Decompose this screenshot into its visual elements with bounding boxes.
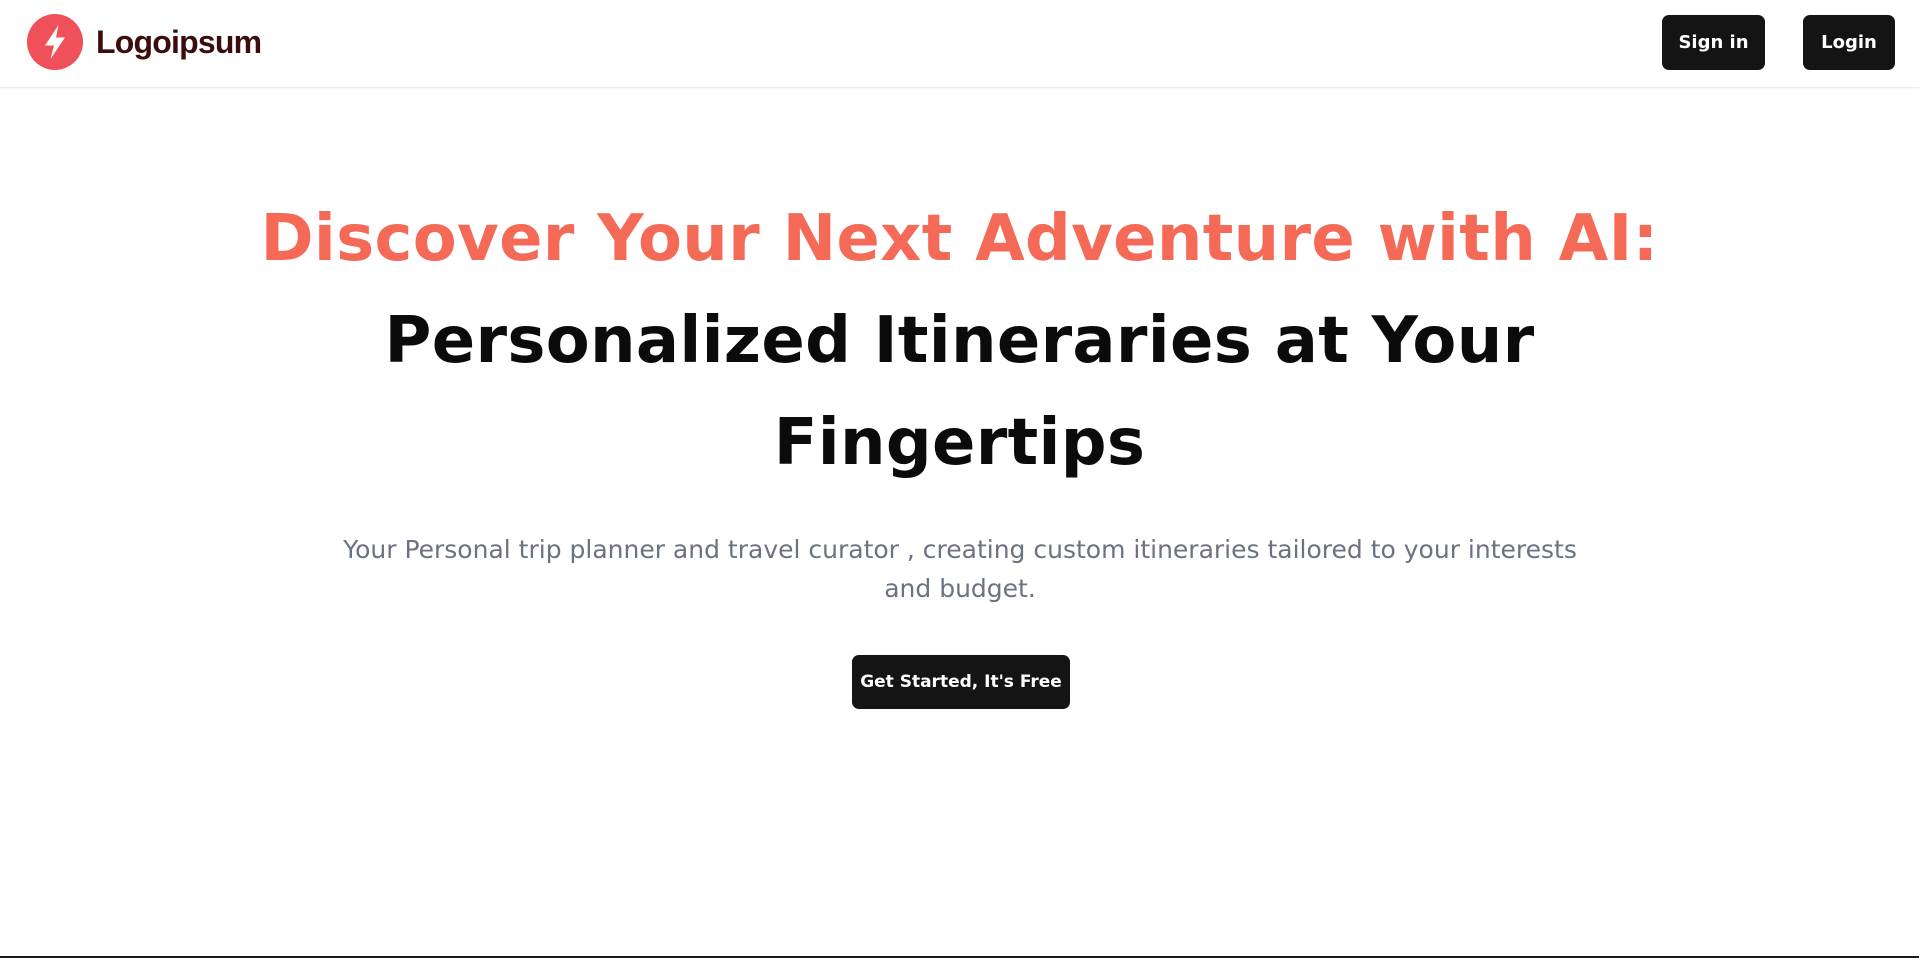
bolt-logo-icon	[27, 14, 83, 70]
sign-in-button[interactable]: Sign in	[1662, 15, 1765, 70]
logo-text: Logoipsum	[96, 23, 262, 60]
hero-title-line-3: Fingertips	[773, 406, 1146, 480]
hero-title-accent: Discover Your Next Adventure with AI:	[260, 202, 1659, 276]
login-button[interactable]: Login	[1803, 15, 1895, 70]
hero-title: Discover Your Next Adventure with AI: Pe…	[0, 188, 1919, 494]
logo-link[interactable]: Logoipsum	[27, 14, 262, 70]
get-started-button[interactable]: Get Started, It's Free	[852, 655, 1070, 709]
hero-title-line-2: Personalized Itineraries at Your	[384, 304, 1535, 378]
landing-page: Logoipsum Sign in Login Discover Your Ne…	[0, 0, 1919, 958]
hero-subtitle: Your Personal trip planner and travel cu…	[343, 535, 1577, 603]
top-header: Logoipsum Sign in Login	[0, 0, 1919, 88]
